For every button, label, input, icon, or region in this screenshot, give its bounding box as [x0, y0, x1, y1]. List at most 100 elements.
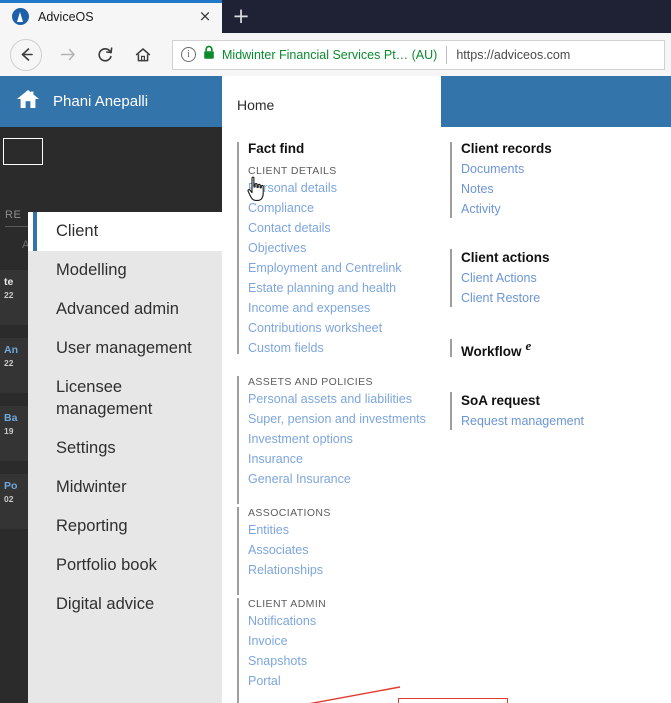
subhead-assets-and-policies: ASSETS AND POLICIES	[248, 376, 373, 388]
sidebar-item-advanced-admin[interactable]: Advanced admin	[28, 290, 222, 329]
rail-search-input[interactable]	[3, 138, 43, 165]
sidebar-item-label: Modelling	[56, 261, 127, 280]
link-notifications[interactable]: Notifications	[248, 611, 444, 631]
home-icon[interactable]	[15, 87, 41, 116]
fact-find-title: Fact find	[248, 141, 305, 156]
primary-nav-flyout: Client Modelling Advanced admin User man…	[28, 212, 222, 703]
tab-home[interactable]: Home	[237, 90, 274, 113]
link-documents[interactable]: Documents	[461, 159, 671, 179]
link-associates[interactable]: Associates	[248, 540, 444, 560]
sidebar-item-label: Reporting	[56, 516, 128, 535]
forward-arrow-icon[interactable]	[48, 36, 86, 74]
close-icon[interactable]: ×	[196, 8, 214, 26]
subhead-client-details: CLIENT DETAILS	[248, 165, 337, 177]
group-rule	[450, 392, 452, 431]
link-insurance[interactable]: Insurance	[248, 449, 444, 469]
link-personal-assets-and-liabilities[interactable]: Personal assets and liabilities	[248, 389, 444, 409]
sidebar-item-label: Midwinter	[56, 477, 127, 496]
sidebar-item-user-management[interactable]: User management	[28, 329, 222, 368]
link-snapshots[interactable]: Snapshots	[248, 651, 444, 671]
site-identity-label: Midwinter Financial Services Pt… (AU)	[222, 47, 438, 62]
header-username: Phani Anepalli	[53, 93, 149, 110]
link-estate-planning-and-health[interactable]: Estate planning and health	[248, 278, 444, 298]
sidebar-item-modelling[interactable]: Modelling	[28, 251, 222, 290]
associations-group: ASSOCIATIONS Entities Associates Relatio…	[237, 507, 444, 595]
group-rule	[450, 249, 452, 307]
sidebar-item-midwinter[interactable]: Midwinter	[28, 468, 222, 507]
workflow-title[interactable]: Workflow	[461, 344, 522, 359]
link-entities[interactable]: Entities	[248, 520, 444, 540]
sidebar-item-settings[interactable]: Settings	[28, 429, 222, 468]
link-compliance[interactable]: Compliance	[248, 198, 444, 218]
soa-request-group: SoA request Request management	[450, 392, 671, 431]
link-income-and-expenses[interactable]: Income and expenses	[248, 298, 444, 318]
subhead-client-admin: CLIENT ADMIN	[248, 598, 327, 610]
sidebar-item-label: Licensee management	[56, 378, 153, 418]
padlock-icon	[203, 45, 215, 65]
back-arrow-icon[interactable]	[10, 38, 42, 71]
client-actions-group: Client actions Client Actions Client Res…	[450, 249, 671, 308]
link-custom-fields[interactable]: Custom fields	[248, 338, 444, 358]
group-rule	[450, 339, 452, 357]
link-activity[interactable]: Activity	[461, 199, 671, 219]
link-relationships[interactable]: Relationships	[248, 560, 444, 580]
rail-recent-label: RE	[5, 209, 46, 227]
link-contributions-worksheet[interactable]: Contributions worksheet	[248, 318, 444, 338]
reload-icon[interactable]	[86, 36, 124, 74]
sidebar-item-label: User management	[56, 339, 192, 358]
group-rule	[237, 142, 239, 354]
new-tab-button[interactable]: +	[222, 0, 260, 33]
url-text[interactable]: https://adviceos.com	[456, 48, 656, 62]
link-employment-and-centrelink[interactable]: Employment and Centrelink	[248, 258, 444, 278]
sidebar-item-reporting[interactable]: Reporting	[28, 507, 222, 546]
link-request-management[interactable]: Request management	[461, 411, 671, 431]
link-contact-details[interactable]: Contact details	[248, 218, 444, 238]
link-notes[interactable]: Notes	[461, 179, 671, 199]
client-actions-title: Client actions	[461, 250, 550, 265]
header-user-block[interactable]: Phani Anepalli	[0, 76, 222, 127]
sidebar-item-digital-advice[interactable]: Digital advice	[28, 585, 222, 624]
sidebar-item-label: Advanced admin	[56, 300, 179, 319]
sidebar-item-portfolio-book[interactable]: Portfolio book	[28, 546, 222, 585]
adviceos-logo-icon	[12, 8, 29, 25]
sidebar-item-label: Settings	[56, 438, 116, 457]
browser-tab-title: AdviceOS	[38, 9, 94, 24]
mega-menu-panel: Fact find CLIENT DETAILS Personal detail…	[222, 127, 671, 703]
link-super-pension-and-investments[interactable]: Super, pension and investments	[248, 409, 444, 429]
link-investment-options[interactable]: Investment options	[248, 429, 444, 449]
address-bar[interactable]: i Midwinter Financial Services Pt… (AU) …	[172, 39, 665, 70]
sidebar-item-licensee-management[interactable]: Licensee management	[28, 368, 222, 428]
group-rule	[237, 598, 239, 703]
mega-menu-column-records: Client records Documents Notes Activity …	[444, 127, 671, 703]
info-icon[interactable]: i	[181, 47, 196, 62]
client-records-group: Client records Documents Notes Activity	[450, 140, 671, 219]
application-viewport: RE A te 22 An 22 Ba 19 Po 02 Fact find C…	[0, 76, 671, 703]
sidebar-item-client[interactable]: Client	[28, 212, 222, 252]
link-personal-details[interactable]: Personal details	[248, 178, 444, 198]
link-objectives[interactable]: Objectives	[248, 238, 444, 258]
link-invoice[interactable]: Invoice	[248, 631, 444, 651]
link-client-restore[interactable]: Client Restore	[461, 288, 671, 308]
client-records-title: Client records	[461, 141, 552, 156]
link-client-actions[interactable]: Client Actions	[461, 268, 671, 288]
link-portal[interactable]: Portal	[248, 671, 444, 691]
workflow-group[interactable]: Workflow e	[450, 338, 671, 362]
group-rule	[450, 142, 452, 218]
sidebar-item-label: Portfolio book	[56, 555, 157, 574]
browser-tab-strip: AdviceOS × +	[0, 0, 671, 33]
header-right-filler	[441, 76, 671, 127]
browser-nav-bar: i Midwinter Financial Services Pt… (AU) …	[0, 33, 671, 76]
address-separator	[446, 45, 448, 64]
browser-tab[interactable]: AdviceOS ×	[0, 0, 222, 33]
link-general-insurance[interactable]: General Insurance	[248, 469, 444, 489]
assets-and-policies-group: ASSETS AND POLICIES Personal assets and …	[237, 376, 444, 504]
subhead-associations: ASSOCIATIONS	[248, 507, 331, 519]
header-tab-bar: Home	[222, 76, 441, 127]
home-outline-icon[interactable]	[124, 36, 162, 74]
group-rule	[237, 376, 239, 504]
